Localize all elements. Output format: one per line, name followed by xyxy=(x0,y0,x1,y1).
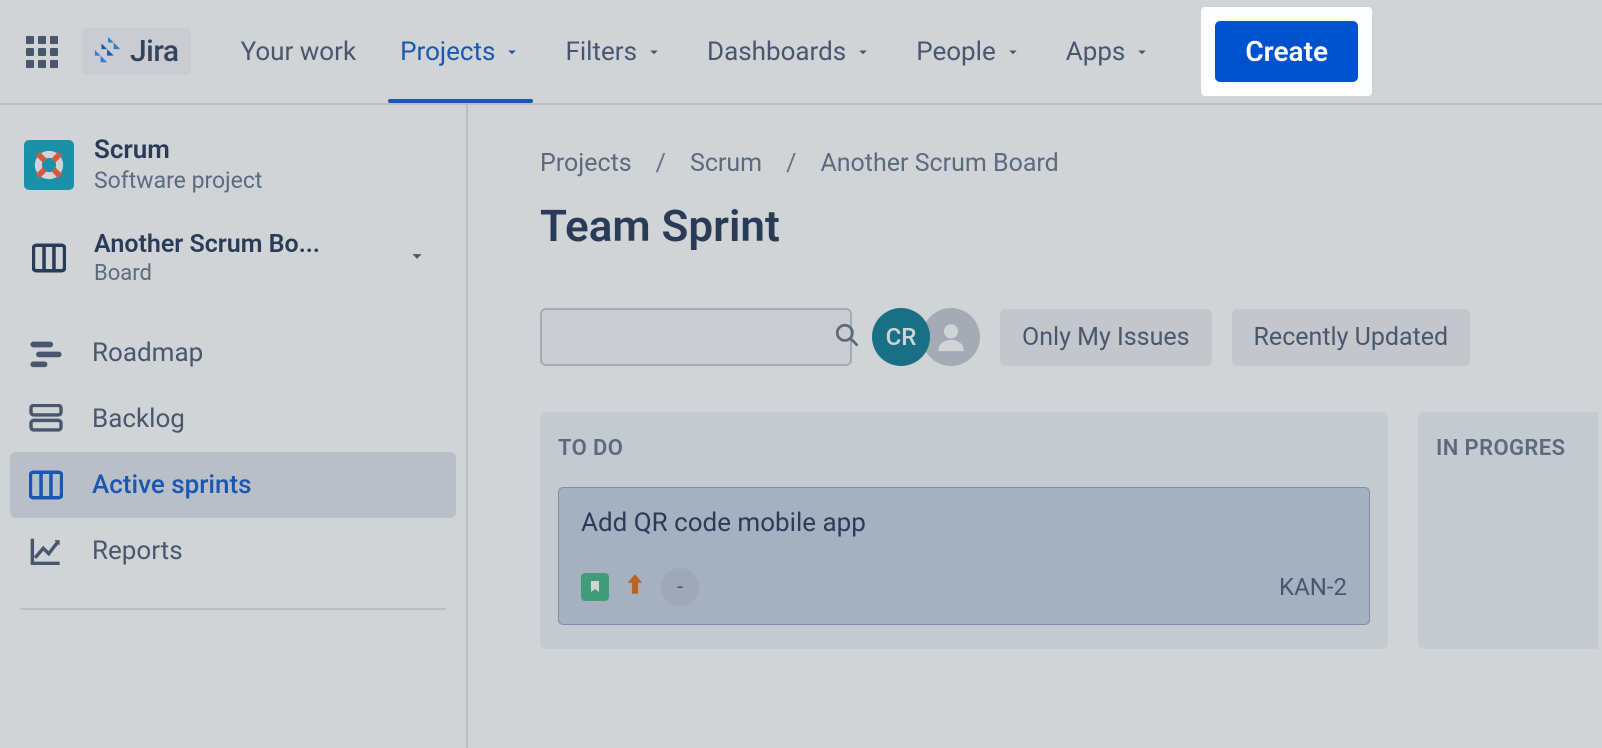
sidebar-item-label: Backlog xyxy=(92,404,185,434)
nav-apps[interactable]: Apps xyxy=(1044,0,1174,103)
create-button[interactable]: Create xyxy=(1215,21,1358,82)
board-column-in-progress: IN PROGRES xyxy=(1418,412,1598,649)
issue-title: Add QR code mobile app xyxy=(581,508,1347,538)
board-sublabel: Board xyxy=(94,261,320,286)
nav-label: Apps xyxy=(1066,37,1126,67)
nav-label: People xyxy=(916,37,996,67)
priority-medium-icon xyxy=(625,572,645,602)
sidebar-item-backlog[interactable]: Backlog xyxy=(10,386,456,452)
filter-recently-updated[interactable]: Recently Updated xyxy=(1232,309,1471,366)
sidebar-item-label: Roadmap xyxy=(92,338,203,368)
top-nav: Jira Your work Projects Filters Dashboar… xyxy=(0,0,1602,105)
roadmap-icon xyxy=(26,338,66,368)
project-avatar xyxy=(24,140,74,190)
nav-label: Your work xyxy=(241,37,357,67)
search-input[interactable] xyxy=(556,325,834,350)
sidebar-item-label: Active sprints xyxy=(92,470,252,500)
breadcrumb-item[interactable]: Projects xyxy=(540,149,632,178)
nav-dashboards[interactable]: Dashboards xyxy=(685,0,894,103)
create-highlight: Create xyxy=(1201,7,1372,96)
project-name: Scrum xyxy=(94,135,262,165)
chevron-down-icon xyxy=(406,245,444,271)
search-box[interactable] xyxy=(540,308,852,366)
column-title: IN PROGRES xyxy=(1436,436,1598,461)
issue-key[interactable]: KAN-2 xyxy=(1279,573,1347,601)
issue-card-footer: - KAN-2 xyxy=(581,568,1347,606)
sidebar-nav: Roadmap Backlog Active sprints Reports xyxy=(10,320,456,584)
app-switcher-button[interactable] xyxy=(24,34,60,70)
backlog-icon xyxy=(26,404,66,434)
main-content: Projects / Scrum / Another Scrum Board T… xyxy=(468,105,1602,748)
sidebar-item-active-sprints[interactable]: Active sprints xyxy=(10,452,456,518)
active-sprints-icon xyxy=(26,470,66,500)
reports-icon xyxy=(26,536,66,566)
chevron-down-icon xyxy=(854,43,872,61)
sidebar-divider xyxy=(20,608,446,610)
board-column-todo: TO DO Add QR code mobile app - KAN-2 xyxy=(540,412,1388,649)
breadcrumb-separator: / xyxy=(656,149,666,178)
board-picker[interactable]: Another Scrum Bo... Board xyxy=(10,212,456,302)
board-toolbar: CR Only My Issues Recently Updated xyxy=(540,308,1602,366)
breadcrumb-item[interactable]: Another Scrum Board xyxy=(820,149,1058,178)
chevron-down-icon xyxy=(503,43,521,61)
nav-label: Dashboards xyxy=(707,37,846,67)
assignee-avatars: CR xyxy=(872,308,980,366)
assignee-unset[interactable]: - xyxy=(661,568,699,606)
breadcrumb-item[interactable]: Scrum xyxy=(690,149,762,178)
sidebar-item-roadmap[interactable]: Roadmap xyxy=(10,320,456,386)
filter-only-my-issues[interactable]: Only My Issues xyxy=(1000,309,1212,366)
story-type-icon xyxy=(581,573,609,601)
breadcrumb-separator: / xyxy=(786,149,796,178)
nav-people[interactable]: People xyxy=(894,0,1044,103)
lifebuoy-icon xyxy=(32,148,66,182)
avatar-unassigned[interactable] xyxy=(922,308,980,366)
project-type: Software project xyxy=(94,167,262,194)
nav-your-work[interactable]: Your work xyxy=(219,0,379,103)
page-title: Team Sprint xyxy=(540,200,1602,252)
search-icon xyxy=(834,322,860,352)
nav-projects[interactable]: Projects xyxy=(378,0,543,103)
chevron-down-icon xyxy=(1133,43,1151,61)
person-icon xyxy=(934,320,968,354)
sidebar-item-reports[interactable]: Reports xyxy=(10,518,456,584)
product-name: Jira xyxy=(130,34,179,69)
nav-filters[interactable]: Filters xyxy=(543,0,685,103)
sidebar-item-label: Reports xyxy=(92,536,183,566)
product-logo[interactable]: Jira xyxy=(82,28,191,75)
breadcrumb: Projects / Scrum / Another Scrum Board xyxy=(540,149,1602,178)
board-icon xyxy=(24,243,74,273)
column-title: TO DO xyxy=(558,436,1370,461)
chevron-down-icon xyxy=(645,43,663,61)
board: TO DO Add QR code mobile app - KAN-2 xyxy=(540,412,1602,649)
primary-nav: Your work Projects Filters Dashboards Pe… xyxy=(219,0,1174,103)
project-header[interactable]: Scrum Software project xyxy=(10,105,456,212)
nav-label: Filters xyxy=(565,37,637,67)
jira-icon xyxy=(94,35,124,69)
app-switcher-icon xyxy=(26,36,58,68)
sidebar: Scrum Software project Another Scrum Bo.… xyxy=(0,105,468,748)
board-name: Another Scrum Bo... xyxy=(94,230,320,259)
chevron-down-icon xyxy=(1004,43,1022,61)
issue-card[interactable]: Add QR code mobile app - KAN-2 xyxy=(558,487,1370,625)
nav-label: Projects xyxy=(400,37,495,67)
avatar[interactable]: CR xyxy=(872,308,930,366)
